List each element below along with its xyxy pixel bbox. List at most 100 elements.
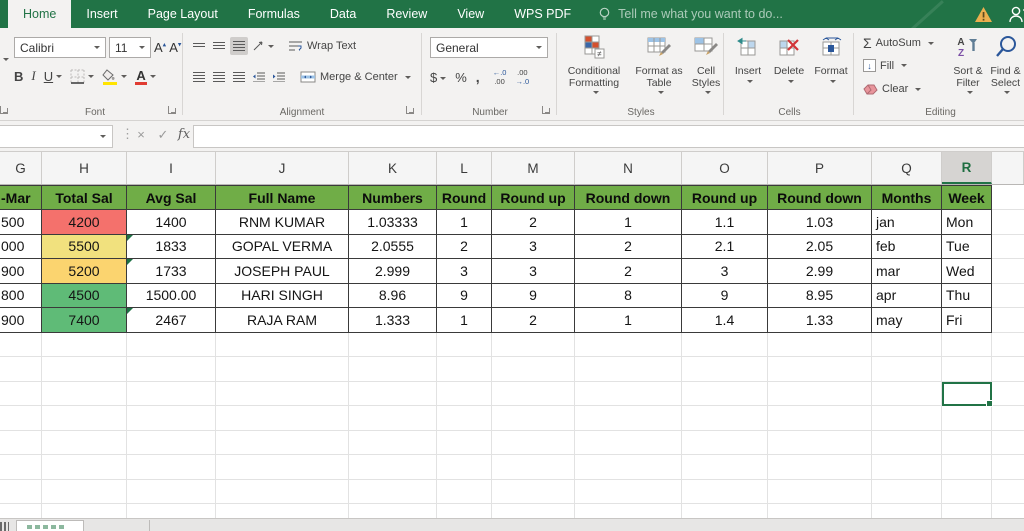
table-cell[interactable]: 1500.00 xyxy=(127,283,216,308)
table-cell[interactable]: 8 xyxy=(575,283,682,308)
name-box[interactable] xyxy=(0,125,113,148)
bottom-align-button[interactable] xyxy=(230,37,248,55)
table-cell[interactable]: 1733 xyxy=(127,259,216,284)
table-cell[interactable]: 2.1 xyxy=(682,234,768,259)
column-header-N[interactable]: N xyxy=(575,152,682,184)
fill-color-button[interactable] xyxy=(102,68,128,85)
borders-button[interactable] xyxy=(70,69,95,84)
active-sheet-tab[interactable] xyxy=(16,520,84,531)
table-cell[interactable]: 4500 xyxy=(42,283,127,308)
sheet-tab[interactable] xyxy=(84,520,150,531)
format-as-table-button[interactable]: Format as Table xyxy=(630,32,688,94)
table-cell[interactable]: 3 xyxy=(682,259,768,284)
find-select-button[interactable]: Find & Select xyxy=(987,32,1024,94)
table-header-cell[interactable]: Round down xyxy=(575,185,682,210)
font-color-button[interactable]: A xyxy=(135,68,157,85)
wrap-text-button[interactable]: Wrap Text xyxy=(288,40,356,52)
table-cell[interactable]: 3 xyxy=(492,259,575,284)
increase-decimal-button[interactable]: ←.0.00 xyxy=(493,68,507,86)
tab-view[interactable]: View xyxy=(442,0,499,28)
table-cell[interactable]: 1 xyxy=(437,308,492,333)
middle-align-button[interactable] xyxy=(210,37,228,55)
table-cell[interactable]: Wed xyxy=(942,259,992,284)
table-cell[interactable]: feb xyxy=(872,234,942,259)
cell-styles-button[interactable]: Cell Styles xyxy=(688,32,724,94)
table-cell[interactable]: 1 xyxy=(575,210,682,235)
warning-icon[interactable] xyxy=(974,6,993,23)
formula-input[interactable] xyxy=(193,125,1024,148)
column-header-G[interactable]: G xyxy=(0,152,42,184)
table-cell[interactable]: 5200 xyxy=(42,259,127,284)
sheet-nav-arrows[interactable] xyxy=(0,522,9,531)
table-cell[interactable]: 2 xyxy=(575,234,682,259)
table-cell[interactable]: 1 xyxy=(575,308,682,333)
table-cell[interactable]: 2 xyxy=(492,210,575,235)
font-name-select[interactable]: Calibri xyxy=(14,37,106,58)
column-header-M[interactable]: M xyxy=(492,152,575,184)
table-cell[interactable]: 8.95 xyxy=(768,283,872,308)
table-cell[interactable]: GOPAL VERMA xyxy=(216,234,349,259)
table-cell[interactable]: RNM KUMAR xyxy=(216,210,349,235)
column-header-I[interactable]: I xyxy=(127,152,216,184)
alignment-dialog-launcher[interactable] xyxy=(406,106,414,114)
align-right-button[interactable] xyxy=(230,68,248,86)
table-cell[interactable]: JOSEPH PAUL xyxy=(216,259,349,284)
table-cell[interactable]: Thu xyxy=(942,283,992,308)
table-cell[interactable]: 9 xyxy=(437,283,492,308)
column-header-partial[interactable] xyxy=(992,152,1024,184)
table-cell[interactable]: 9 xyxy=(492,283,575,308)
tab-wps-pdf[interactable]: WPS PDF xyxy=(499,0,586,28)
bold-button[interactable]: B xyxy=(14,69,23,84)
table-cell[interactable]: 2.05 xyxy=(768,234,872,259)
table-header-cell[interactable]: Round up xyxy=(492,185,575,210)
column-header-H[interactable]: H xyxy=(42,152,127,184)
table-header-cell[interactable]: Round xyxy=(437,185,492,210)
column-header-J[interactable]: J xyxy=(216,152,349,184)
table-cell[interactable]: 900 xyxy=(0,308,42,333)
orientation-button[interactable] xyxy=(250,37,276,55)
table-header-cell[interactable]: Months xyxy=(872,185,942,210)
autosum-button[interactable]: Σ AutoSum xyxy=(863,35,934,51)
table-cell[interactable]: 1 xyxy=(437,210,492,235)
table-cell[interactable]: 5500 xyxy=(42,234,127,259)
table-cell[interactable]: may xyxy=(872,308,942,333)
table-cell[interactable]: HARI SINGH xyxy=(216,283,349,308)
table-cell[interactable]: 3 xyxy=(437,259,492,284)
column-header-P[interactable]: P xyxy=(768,152,872,184)
increase-indent-button[interactable] xyxy=(270,68,288,86)
table-cell[interactable]: Tue xyxy=(942,234,992,259)
tab-page-layout[interactable]: Page Layout xyxy=(133,0,233,28)
delete-cells-button[interactable]: Delete xyxy=(769,32,809,84)
enter-button[interactable]: ✓ xyxy=(154,127,172,143)
table-cell[interactable]: 1.333 xyxy=(349,308,437,333)
shrink-font-button[interactable]: A▾ xyxy=(169,40,181,55)
table-cell[interactable]: 8.96 xyxy=(349,283,437,308)
insert-function-button[interactable]: fx xyxy=(175,127,193,142)
table-cell[interactable]: 1.33 xyxy=(768,308,872,333)
table-cell[interactable]: 1400 xyxy=(127,210,216,235)
comma-style-button[interactable]: , xyxy=(476,69,480,85)
grow-font-button[interactable]: A▴ xyxy=(154,40,166,55)
format-cells-button[interactable]: Format xyxy=(811,32,851,84)
font-size-select[interactable]: 11 xyxy=(109,37,151,58)
decrease-decimal-button[interactable]: .00 →.0 xyxy=(515,68,529,86)
number-format-select[interactable]: General xyxy=(430,37,548,58)
top-align-button[interactable] xyxy=(190,37,208,55)
table-cell[interactable]: RAJA RAM xyxy=(216,308,349,333)
cancel-button[interactable]: × xyxy=(132,127,150,142)
table-cell[interactable]: 800 xyxy=(0,283,42,308)
table-header-cell[interactable]: Full Name xyxy=(216,185,349,210)
table-cell[interactable]: 500 xyxy=(0,210,42,235)
table-cell[interactable]: Fri xyxy=(942,308,992,333)
table-cell[interactable]: 3 xyxy=(492,234,575,259)
fill-button[interactable]: ↓ Fill xyxy=(863,59,908,72)
table-header-cell[interactable]: Round down xyxy=(768,185,872,210)
sort-filter-button[interactable]: AZ Sort & Filter xyxy=(949,32,987,94)
table-cell[interactable]: 1.1 xyxy=(682,210,768,235)
table-cell[interactable]: 000 xyxy=(0,234,42,259)
sheet-grid[interactable]: -Mar Total Sal Avg Sal Full Name Numbers Roun… xyxy=(0,185,1024,531)
percent-style-button[interactable]: % xyxy=(455,70,467,85)
underline-button[interactable]: U xyxy=(44,69,53,84)
share-person-icon[interactable] xyxy=(1007,5,1024,23)
table-cell[interactable]: mar xyxy=(872,259,942,284)
